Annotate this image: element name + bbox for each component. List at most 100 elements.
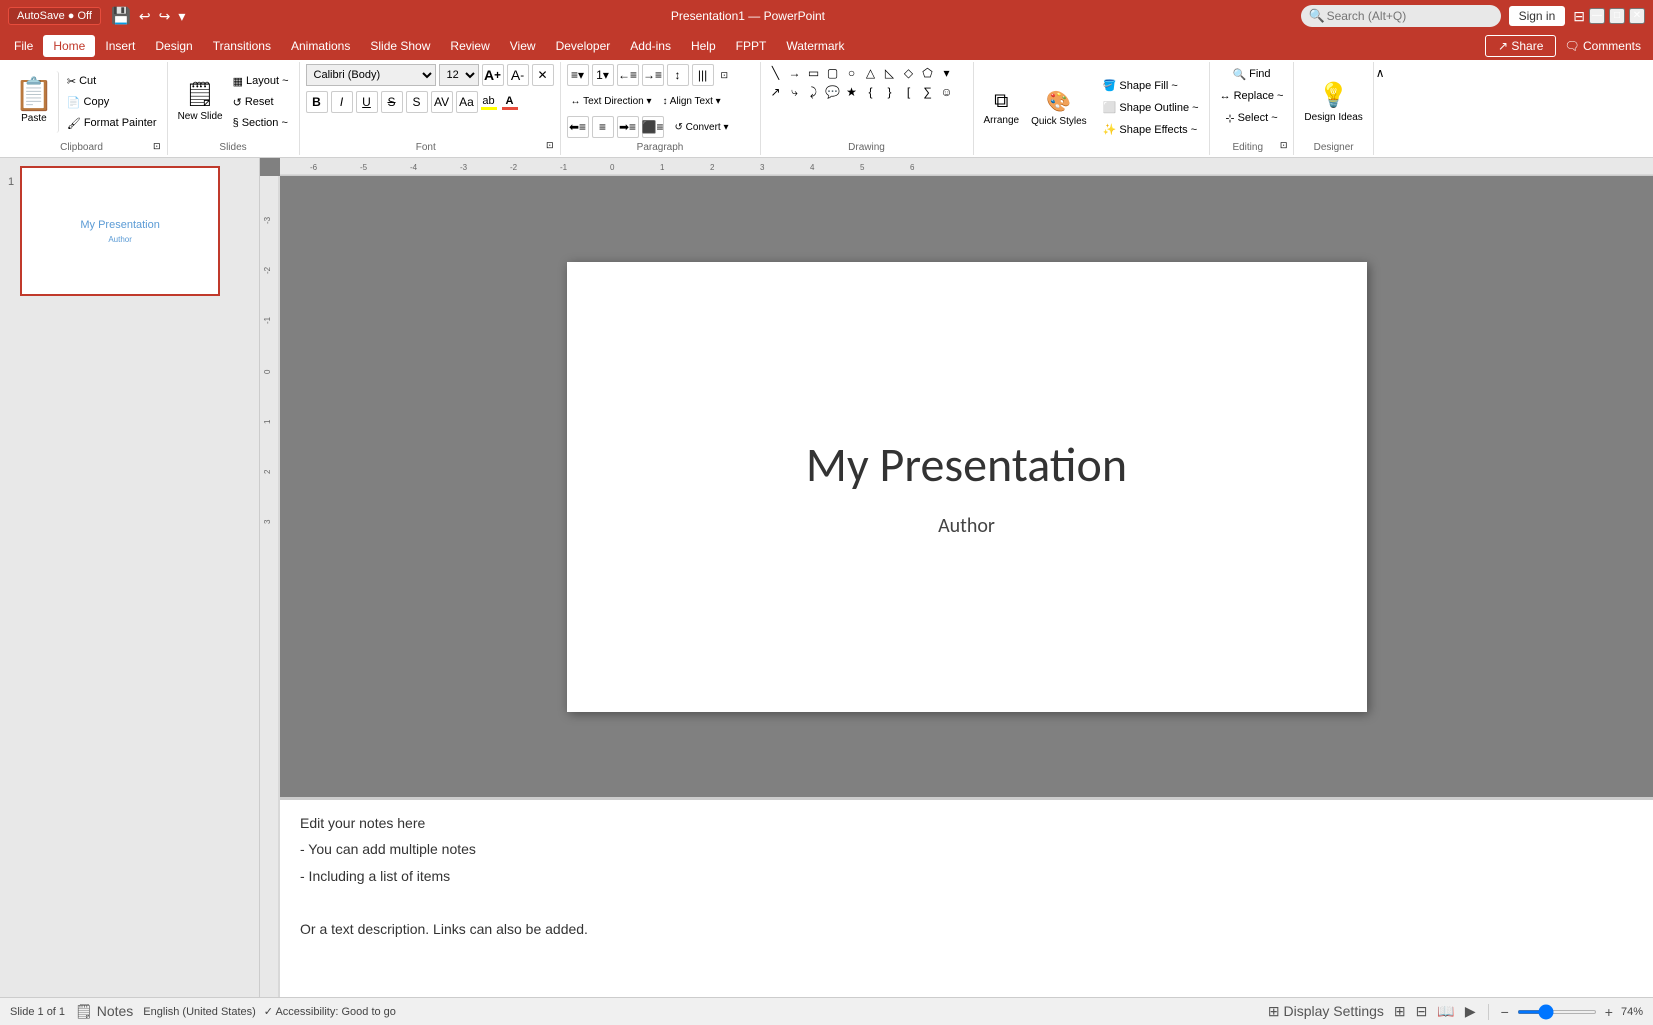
shape-elbow[interactable]: ⤸ <box>805 83 823 101</box>
shape-rounded-rect[interactable]: ▢ <box>824 64 842 82</box>
italic-button[interactable]: I <box>331 91 353 113</box>
change-case-button[interactable]: Aa <box>456 91 478 113</box>
design-ideas-button[interactable]: 💡 Design Ideas <box>1300 73 1366 131</box>
bold-button[interactable]: B <box>306 91 328 113</box>
menu-watermark[interactable]: Watermark <box>776 35 854 57</box>
slide-thumbnail[interactable]: My Presentation Author <box>20 166 220 296</box>
font-expand[interactable]: ⊡ <box>546 140 554 153</box>
shape-effects-button[interactable]: ✨ Shape Effects ~ <box>1099 120 1203 140</box>
shape-callout[interactable]: 💬 <box>824 83 842 101</box>
shape-outline-button[interactable]: ⬜ Shape Outline ~ <box>1099 98 1203 118</box>
section-button[interactable]: § Section ~ <box>229 113 293 133</box>
new-slide-button[interactable]: 🗒 New Slide <box>174 71 227 131</box>
shape-connector[interactable]: ⤷ <box>786 83 804 101</box>
normal-view-button[interactable]: ⊞ <box>1392 1001 1408 1022</box>
reset-button[interactable]: ↺ Reset <box>229 92 293 112</box>
ribbon-collapse-button[interactable]: ∧ <box>1376 66 1385 80</box>
customize-qat-button[interactable]: ▾ <box>176 6 187 26</box>
align-text-button[interactable]: ↕ Align Text ▾ <box>659 91 725 111</box>
align-center-button[interactable]: ≡ <box>592 116 614 138</box>
menu-help[interactable]: Help <box>681 35 726 57</box>
underline-button[interactable]: U <box>356 91 378 113</box>
menu-addins[interactable]: Add-ins <box>620 35 681 57</box>
ribbon-display-button[interactable]: ⊟ <box>1573 8 1585 25</box>
signin-button[interactable]: Sign in <box>1509 6 1566 26</box>
char-spacing-button[interactable]: AV <box>431 91 453 113</box>
minimize-button[interactable]: — <box>1589 8 1605 24</box>
shape-equation[interactable]: ∑ <box>919 83 937 101</box>
undo-button[interactable]: ↩ <box>137 6 153 26</box>
cut-button[interactable]: ✂ Cut <box>63 71 161 91</box>
shape-diamond[interactable]: ◇ <box>900 64 918 82</box>
maximize-button[interactable]: □ <box>1609 8 1625 24</box>
arrange-button[interactable]: ⧉ Arrange <box>980 79 1024 137</box>
shape-right-triangle[interactable]: ◺ <box>881 64 899 82</box>
close-button[interactable]: ✕ <box>1629 8 1645 24</box>
menu-transitions[interactable]: Transitions <box>203 35 281 57</box>
font-family-select[interactable]: Calibri (Body) <box>306 64 436 86</box>
notes-area[interactable]: Edit your notes here - You can add multi… <box>280 797 1653 997</box>
columns-button[interactable]: ||| <box>692 64 714 86</box>
shape-fill-button[interactable]: 🪣 Shape Fill ~ <box>1099 76 1203 96</box>
menu-insert[interactable]: Insert <box>95 35 145 57</box>
text-shadow-button[interactable]: S <box>406 91 428 113</box>
text-direction-button[interactable]: ↔ Text Direction ▾ <box>567 91 656 111</box>
share-button[interactable]: ↗ Share <box>1485 35 1556 57</box>
convert-smartart-button[interactable]: ↺ Convert ▾ <box>671 117 733 137</box>
shape-brace-left[interactable]: { <box>862 83 880 101</box>
menu-developer[interactable]: Developer <box>546 35 621 57</box>
font-color-button[interactable]: A <box>502 95 518 110</box>
shape-pentagon[interactable]: ⬠ <box>919 64 937 82</box>
justify-button[interactable]: ⬛≡ <box>642 116 664 138</box>
notes-panel-button[interactable]: 🗒 Notes <box>73 1001 135 1022</box>
zoom-out-button[interactable]: − <box>1499 1002 1511 1022</box>
zoom-in-button[interactable]: + <box>1603 1002 1615 1022</box>
align-right-button[interactable]: ➡≡ <box>617 116 639 138</box>
menu-slideshow[interactable]: Slide Show <box>360 35 440 57</box>
slide-area[interactable]: My Presentation Author <box>280 176 1653 797</box>
numbering-button[interactable]: 1▾ <box>592 64 614 86</box>
shape-arrow[interactable]: → <box>786 64 804 82</box>
shape-oval[interactable]: ○ <box>843 64 861 82</box>
shape-bracket[interactable]: [ <box>900 83 918 101</box>
select-button[interactable]: ⊹ Select ~ <box>1221 108 1281 128</box>
menu-view[interactable]: View <box>500 35 546 57</box>
highlight-color-button[interactable]: ab <box>481 95 497 110</box>
redo-button[interactable]: ↪ <box>157 6 173 26</box>
reading-view-button[interactable]: 📖 <box>1435 1001 1456 1022</box>
zoom-slider[interactable] <box>1517 1010 1597 1014</box>
paste-button[interactable]: 📋 Paste <box>10 71 59 133</box>
comments-button[interactable]: 🗨 Comments <box>1556 36 1649 56</box>
menu-review[interactable]: Review <box>440 35 499 57</box>
shape-line[interactable]: ╲ <box>767 64 785 82</box>
increase-indent-button[interactable]: →≡ <box>642 64 664 86</box>
copy-button[interactable]: 📄 Copy <box>63 92 161 112</box>
shape-star[interactable]: ★ <box>843 83 861 101</box>
menu-fppt[interactable]: FPPT <box>726 35 777 57</box>
autosave-button[interactable]: AutoSave ● Off <box>8 7 101 25</box>
decrease-indent-button[interactable]: ←≡ <box>617 64 639 86</box>
menu-design[interactable]: Design <box>145 35 202 57</box>
align-left-button[interactable]: ⬅≡ <box>567 116 589 138</box>
menu-file[interactable]: File <box>4 35 43 57</box>
menu-home[interactable]: Home <box>43 35 95 57</box>
shape-smiley[interactable]: ☺ <box>938 83 956 101</box>
shape-rect[interactable]: ▭ <box>805 64 823 82</box>
decrease-font-size-button[interactable]: A- <box>507 64 529 86</box>
shape-brace-right[interactable]: } <box>881 83 899 101</box>
clear-format-button[interactable]: ✕ <box>532 64 554 86</box>
replace-button[interactable]: ↔ Replace ~ <box>1216 86 1288 106</box>
shape-curved-arrow[interactable]: ↗ <box>767 83 785 101</box>
line-spacing-button[interactable]: ↕ <box>667 64 689 86</box>
format-painter-button[interactable]: 🖌 Format Painter <box>63 113 161 133</box>
shape-isosceles-triangle[interactable]: △ <box>862 64 880 82</box>
bullets-button[interactable]: ≡▾ <box>567 64 589 86</box>
editing-expand[interactable]: ⊡ <box>1280 140 1288 153</box>
layout-button[interactable]: ▦ Layout ~ <box>229 71 293 91</box>
notes-content[interactable]: Edit your notes here - You can add multi… <box>300 812 1633 940</box>
find-button[interactable]: 🔍 Find <box>1228 64 1274 84</box>
menu-animations[interactable]: Animations <box>281 35 360 57</box>
display-settings-button[interactable]: ⊞ Display Settings <box>1266 1001 1386 1022</box>
paragraph-expand[interactable]: ⊡ <box>721 70 729 81</box>
strikethrough-button[interactable]: S <box>381 91 403 113</box>
